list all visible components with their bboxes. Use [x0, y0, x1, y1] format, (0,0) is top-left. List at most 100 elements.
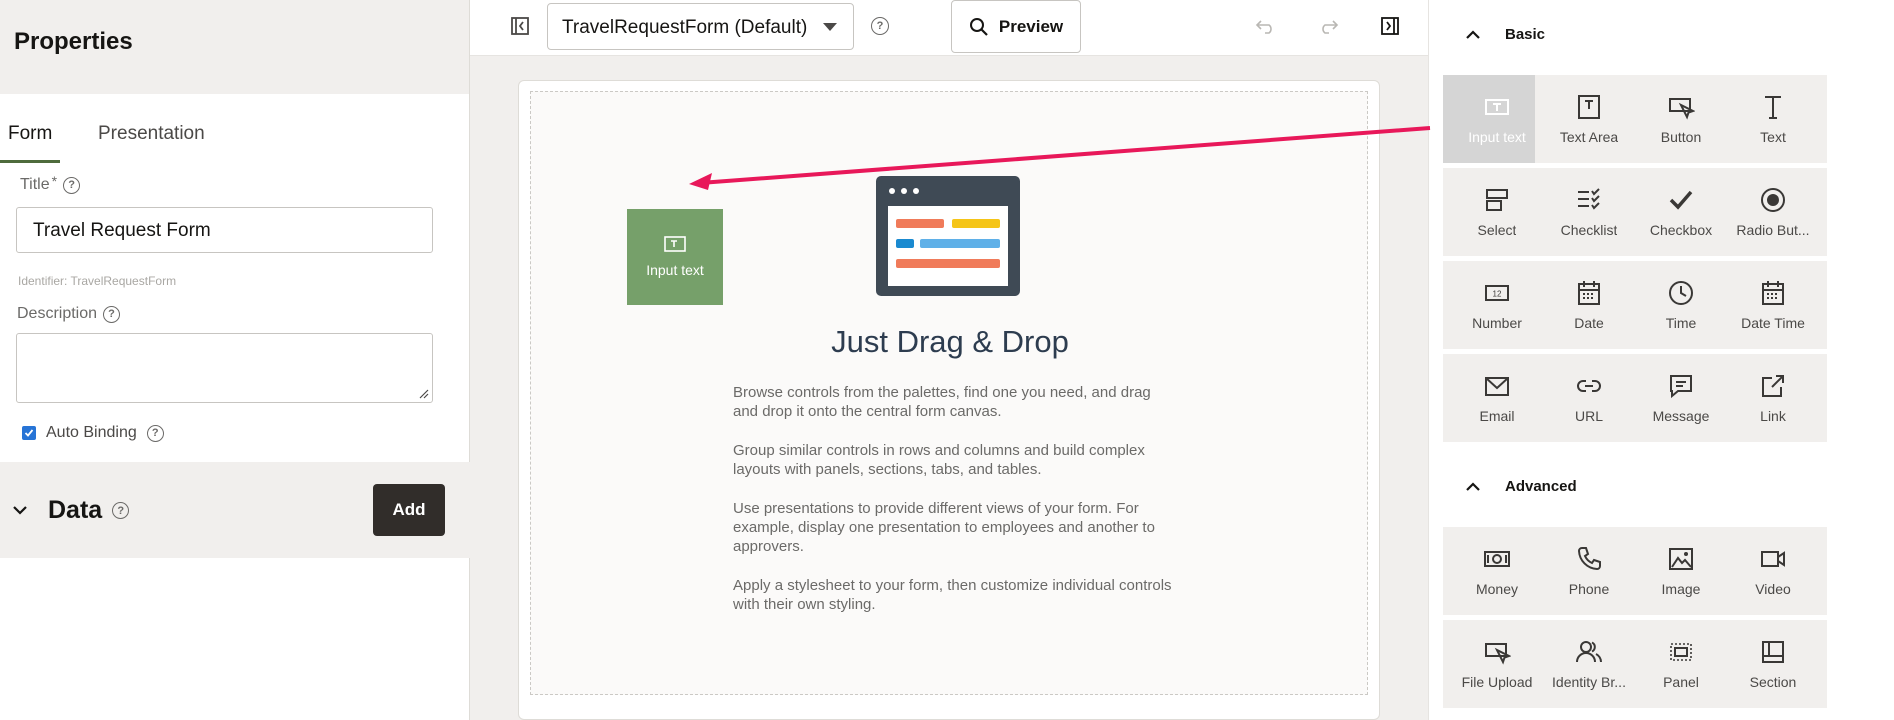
preview-label: Preview [998, 16, 1064, 36]
help-icon[interactable]: ? [63, 176, 81, 194]
radio-button-icon [1761, 188, 1785, 212]
palette-tile-label: Message [1652, 408, 1710, 424]
collapse-left-panel-icon[interactable] [508, 14, 532, 38]
drag-drop-heading: Just Drag & Drop [831, 324, 1069, 359]
text-icon [1765, 96, 1781, 119]
button-icon [1669, 98, 1695, 120]
palette-tile-label: Input text [1468, 129, 1526, 145]
palette-tile-label: Panel [1663, 674, 1699, 690]
data-section: Data ? Add [0, 462, 470, 558]
dragged-input-text-tile[interactable]: Input text [627, 209, 723, 305]
resize-handle-icon[interactable] [418, 388, 429, 399]
form-presentation-select[interactable]: TravelRequestForm (Default) [547, 3, 854, 50]
collapse-right-panel-icon[interactable] [1378, 14, 1402, 38]
properties-panel: Properties Form Presentation Title * ? T… [0, 0, 470, 720]
basic-group-label: Basic [1505, 26, 1546, 43]
input-text-icon [664, 236, 686, 252]
date-icon [1578, 281, 1600, 305]
palette-tile-label: Link [1760, 408, 1786, 424]
palette-tile-text[interactable]: Text [1719, 75, 1827, 163]
help-paragraph: Browse controls from the palettes, find … [733, 384, 1151, 420]
palette-tile-radio-button[interactable]: Radio But... [1719, 168, 1827, 256]
help-paragraph: Apply a stylesheet to your form, then cu… [733, 577, 1172, 613]
form-illustration-icon [876, 176, 1020, 296]
auto-binding-row: Auto Binding ? [22, 424, 164, 442]
auto-binding-checkbox[interactable] [22, 426, 36, 440]
palette-tile-label: Text Area [1559, 129, 1619, 145]
palette-tile-label: Section [1749, 674, 1797, 690]
checkbox-icon [1669, 190, 1693, 210]
title-label: Title * ? [20, 173, 81, 194]
video-icon [1761, 551, 1785, 567]
image-icon [1669, 548, 1693, 570]
palette-tile-link[interactable]: Link [1719, 354, 1827, 442]
description-textarea[interactable] [16, 333, 433, 403]
help-paragraph: Group similar controls in rows and colum… [733, 442, 1145, 478]
dropdown-caret-icon [823, 23, 837, 31]
properties-title: Properties [14, 28, 133, 55]
palette-tile-label: Text [1760, 129, 1786, 145]
phone-icon [1577, 547, 1601, 571]
chevron-up-icon [1466, 481, 1480, 491]
palette-tile-label: Image [1661, 581, 1701, 597]
svg-text:12: 12 [1493, 290, 1502, 299]
help-icon[interactable]: ? [146, 424, 164, 442]
undo-icon[interactable] [1254, 14, 1278, 38]
palette-tile-label: Radio But... [1736, 222, 1810, 238]
preview-button[interactable]: Preview [951, 0, 1081, 53]
palette-tile-section[interactable]: Section [1719, 620, 1827, 708]
palette-tile-label: Number [1472, 315, 1522, 331]
text-area-icon [1578, 95, 1600, 119]
section-icon [1762, 641, 1784, 663]
number-icon: 12 [1485, 285, 1509, 301]
tab-form[interactable]: Form [8, 123, 52, 145]
palette-tile-label: Date Time [1741, 315, 1805, 331]
checklist-icon [1578, 188, 1600, 210]
data-section-title: Data ? [48, 496, 130, 525]
redo-icon[interactable] [1316, 14, 1340, 38]
palette-tile-label: Video [1755, 581, 1791, 597]
advanced-group-label: Advanced [1505, 478, 1577, 495]
palette-tile-label: Select [1477, 222, 1517, 238]
palette-tile-label: Button [1660, 129, 1702, 145]
identity-browser-icon [1576, 641, 1602, 663]
tab-presentation[interactable]: Presentation [98, 123, 205, 145]
palette-tile-label: Date [1574, 315, 1604, 331]
form-select-value: TravelRequestForm (Default) [562, 17, 808, 38]
link-icon [1762, 375, 1784, 397]
palette-tile-label: Checklist [1560, 222, 1618, 238]
help-paragraph: Use presentations to provide different v… [733, 500, 1155, 555]
palette-tile-label: Email [1479, 408, 1515, 424]
data-title-text: Data [48, 496, 103, 524]
help-icon[interactable]: ? [868, 14, 892, 38]
description-label-text: Description [17, 305, 98, 322]
select-icon [1486, 189, 1508, 211]
canvas-toolbar: TravelRequestForm (Default) ? Preview [470, 0, 1428, 56]
help-icon[interactable]: ? [112, 502, 130, 519]
message-icon [1670, 375, 1692, 399]
palette-tile-label: Checkbox [1649, 222, 1713, 238]
advanced-group-header[interactable]: Advanced [1465, 478, 1577, 495]
money-icon [1484, 551, 1510, 567]
palette-tile-date-time[interactable]: Date Time [1719, 261, 1827, 349]
chevron-down-icon[interactable] [12, 504, 28, 516]
properties-header: Properties [0, 0, 469, 94]
palette-tile-label: Phone [1568, 581, 1610, 597]
identifier-text: Identifier: TravelRequestForm [18, 274, 177, 288]
palette-tile-label: Identity Br... [1552, 674, 1626, 690]
auto-binding-label: Auto Binding [46, 424, 137, 441]
email-icon [1485, 377, 1509, 396]
checkmark-icon [24, 429, 34, 437]
help-icon[interactable]: ? [103, 305, 121, 323]
url-icon [1577, 380, 1601, 392]
palette-tile-label: File Upload [1461, 674, 1533, 690]
file-upload-icon [1485, 643, 1511, 665]
add-button[interactable]: Add [373, 484, 445, 536]
title-input[interactable]: Travel Request Form [16, 207, 433, 253]
dragged-tile-label: Input text [646, 262, 704, 278]
description-label: Description ? [17, 305, 121, 323]
basic-group-header[interactable]: Basic [1465, 26, 1545, 43]
active-tab-indicator [0, 160, 60, 163]
palette-tile-video[interactable]: Video [1719, 527, 1827, 615]
time-icon [1669, 281, 1693, 305]
